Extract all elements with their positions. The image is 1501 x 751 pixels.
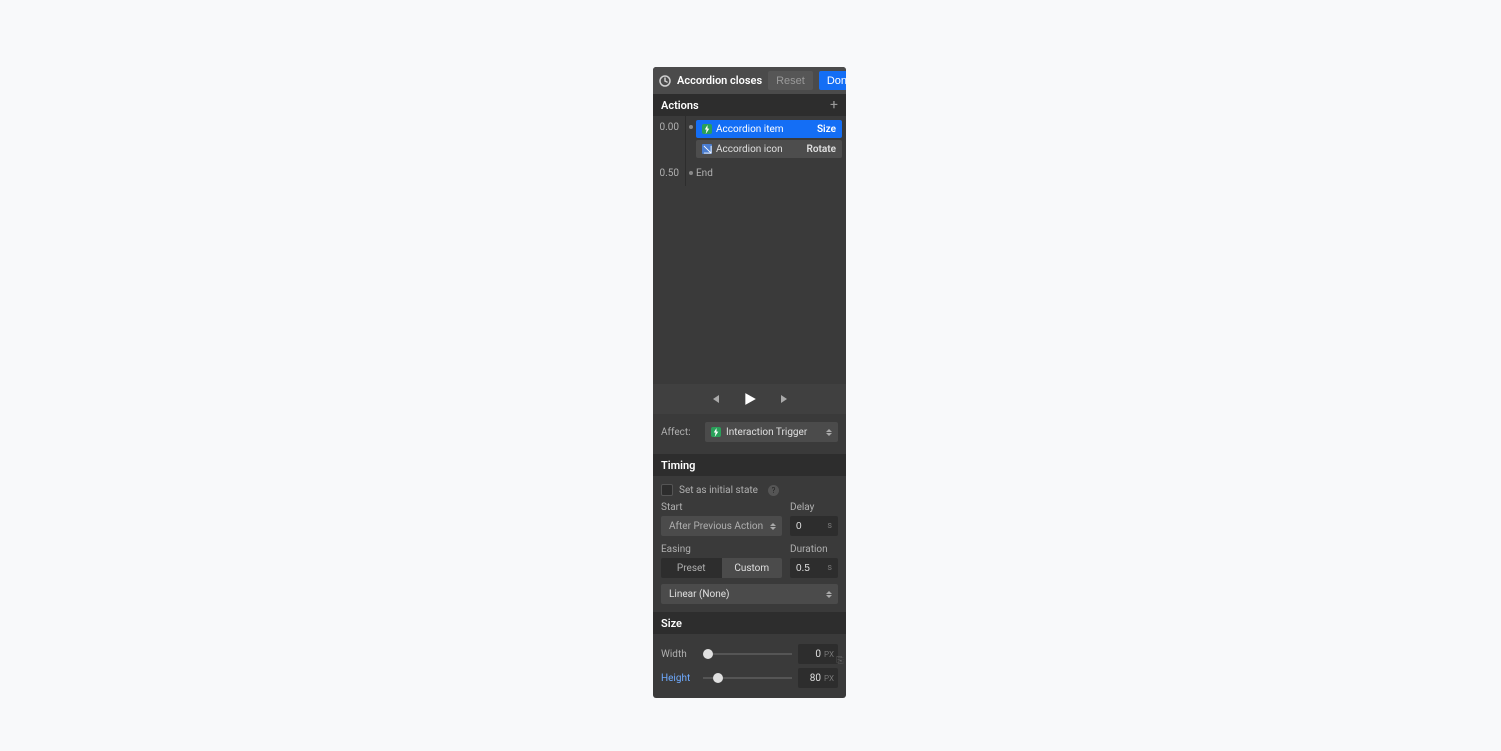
add-action-button[interactable]: + <box>830 98 838 112</box>
lightning-icon <box>711 427 721 437</box>
affect-label: Affect: <box>661 427 697 438</box>
duration-label: Duration <box>790 544 838 555</box>
play-button[interactable] <box>743 392 757 406</box>
easing-segmented: Preset Custom <box>661 558 782 578</box>
size-section-header: Size <box>653 612 846 634</box>
lightning-icon <box>702 124 712 134</box>
timeline-items-0: Accordion item Size Accordion icon Rotat… <box>696 116 846 162</box>
start-value: After Previous Action <box>669 521 763 532</box>
chevron-updown-icon <box>826 591 832 598</box>
timing-section-header: Timing <box>653 454 846 476</box>
size-label: Size <box>661 617 682 630</box>
start-select[interactable]: After Previous Action <box>661 516 782 536</box>
affect-section: Affect: Interaction Trigger <box>653 414 846 454</box>
delay-input[interactable]: s <box>790 516 838 536</box>
height-label: Height <box>661 673 697 684</box>
height-slider[interactable] <box>703 677 792 679</box>
timing-label: Timing <box>661 459 695 472</box>
panel-header: Accordion closes Reset Done <box>653 67 846 94</box>
height-value-box[interactable]: 80 PX <box>798 668 838 688</box>
chevron-updown-icon <box>770 523 776 530</box>
panel-title: Accordion closes <box>677 74 762 87</box>
duration-value[interactable] <box>796 563 812 574</box>
action-row-accordion-icon[interactable]: Accordion icon Rotate <box>696 140 842 158</box>
timeline-row-0: 0.00 Accordion item Size Accordion icon … <box>653 116 846 162</box>
interactions-panel: Accordion closes Reset Done Actions + 0.… <box>653 67 846 698</box>
size-section: Width 0 PX ⎘ Height 80 PX <box>653 634 846 698</box>
clock-icon <box>659 75 671 87</box>
delay-label: Delay <box>790 502 838 513</box>
width-unit: PX <box>824 650 834 659</box>
skip-forward-button[interactable] <box>779 393 791 405</box>
timeline-dot <box>686 116 696 162</box>
easing-label: Easing <box>661 544 782 555</box>
timeline-row-end: 0.50 End <box>653 162 846 186</box>
delay-unit: s <box>827 521 832 531</box>
easing-preset-tab[interactable]: Preset <box>661 558 722 578</box>
playback-controls <box>653 384 846 414</box>
easing-custom-tab[interactable]: Custom <box>722 558 783 578</box>
affect-select[interactable]: Interaction Trigger <box>705 422 838 442</box>
easing-curve-select[interactable]: Linear (None) <box>661 584 838 604</box>
width-slider-knob[interactable] <box>703 649 713 659</box>
height-slider-row: Height 80 PX <box>661 666 838 690</box>
chevron-updown-icon <box>826 429 832 436</box>
rotate-icon <box>702 144 712 154</box>
skip-back-button[interactable] <box>709 393 721 405</box>
height-unit: PX <box>824 674 834 683</box>
initial-state-checkbox[interactable] <box>661 484 673 496</box>
duration-input[interactable]: s <box>790 558 838 578</box>
easing-curve-value: Linear (None) <box>669 589 730 600</box>
timeline-dot <box>686 162 696 186</box>
timeline-end-label: End <box>696 162 713 186</box>
affect-value: Interaction Trigger <box>726 427 807 438</box>
actions-section-header: Actions + <box>653 94 846 116</box>
actions-label: Actions <box>661 99 699 112</box>
width-value: 0 <box>815 649 821 660</box>
done-button[interactable]: Done <box>819 71 846 90</box>
width-slider[interactable] <box>703 653 792 655</box>
action-row-accordion-item[interactable]: Accordion item Size <box>696 120 842 138</box>
action-row-name: Accordion icon <box>716 144 803 155</box>
timeline: 0.00 Accordion item Size Accordion icon … <box>653 116 846 384</box>
height-slider-knob[interactable] <box>713 673 723 683</box>
width-slider-row: Width 0 PX ⎘ <box>661 642 838 666</box>
timing-section: Set as initial state ? Start After Previ… <box>653 476 846 612</box>
help-icon[interactable]: ? <box>768 485 779 496</box>
action-row-type: Size <box>817 124 836 135</box>
width-label: Width <box>661 649 697 660</box>
lock-icon[interactable]: ⎘ <box>836 656 844 666</box>
duration-unit: s <box>827 563 832 573</box>
initial-state-label: Set as initial state <box>679 485 758 496</box>
timeline-time-0: 0.00 <box>653 116 686 162</box>
delay-value[interactable] <box>796 521 812 532</box>
action-row-type: Rotate <box>807 144 836 155</box>
height-value: 80 <box>810 673 821 684</box>
width-value-box[interactable]: 0 PX <box>798 644 838 664</box>
start-label: Start <box>661 502 782 513</box>
reset-button[interactable]: Reset <box>768 71 813 90</box>
timeline-time-end: 0.50 <box>653 162 686 186</box>
action-row-name: Accordion item <box>716 124 813 135</box>
